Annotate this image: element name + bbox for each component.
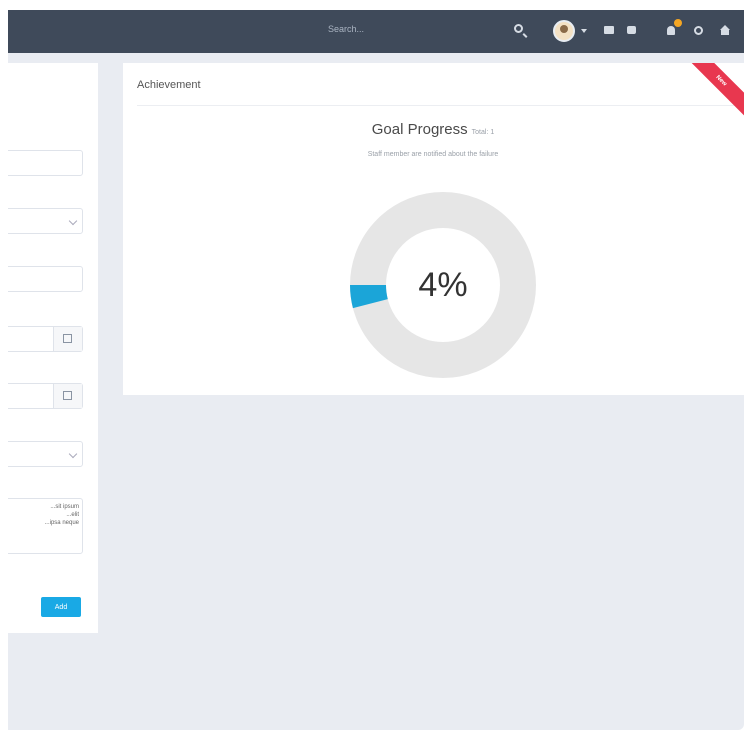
card-title: Achievement <box>137 79 201 91</box>
goal-progress-heading: Goal Progress Total: 1 <box>123 121 743 138</box>
chevron-down-icon <box>68 449 78 459</box>
text-field-2[interactable] <box>8 266 83 292</box>
save-button[interactable]: Add <box>41 597 81 617</box>
home-icon[interactable] <box>720 25 730 35</box>
search-icon[interactable] <box>514 24 523 33</box>
progress-percent: 4% <box>418 266 468 304</box>
description-textarea[interactable]: ...sit ipsum ...elit ...ipsa neque <box>8 498 83 554</box>
gear-icon[interactable] <box>694 26 703 35</box>
start-date-field[interactable] <box>8 326 83 352</box>
calendar-icon <box>63 391 72 400</box>
bell-icon[interactable] <box>667 26 675 35</box>
goal-progress-title: Goal Progress <box>371 121 468 138</box>
achievement-card: Achievement New Goal Progress Total: 1 St… <box>123 63 744 395</box>
calendar-button[interactable] <box>53 384 82 408</box>
select-field-1[interactable] <box>8 208 83 234</box>
chevron-down-icon[interactable] <box>581 29 587 33</box>
goal-progress-subtitle: Total: 1 <box>471 129 495 136</box>
new-ribbon: New <box>683 63 744 119</box>
avatar[interactable] <box>553 20 575 42</box>
chevron-down-icon <box>68 216 78 226</box>
select-field-2[interactable] <box>8 441 83 467</box>
top-navbar: Search... <box>8 10 744 53</box>
calendar-button[interactable] <box>53 327 82 351</box>
card-divider <box>137 105 744 106</box>
mail-icon[interactable] <box>604 26 614 34</box>
app-window: Search... ...sit ipsum ...elit ...ipsa n… <box>8 10 744 730</box>
calendar-icon <box>63 334 72 343</box>
goal-progress-description: Staff member are notified about the fail… <box>367 151 499 158</box>
notification-badge <box>674 19 682 27</box>
chat-icon[interactable] <box>627 26 636 34</box>
text-field-1[interactable] <box>8 150 83 176</box>
end-date-field[interactable] <box>8 383 83 409</box>
goal-form-panel: ...sit ipsum ...elit ...ipsa neque Add <box>8 63 98 633</box>
search-input[interactable]: Search... <box>328 24 364 34</box>
